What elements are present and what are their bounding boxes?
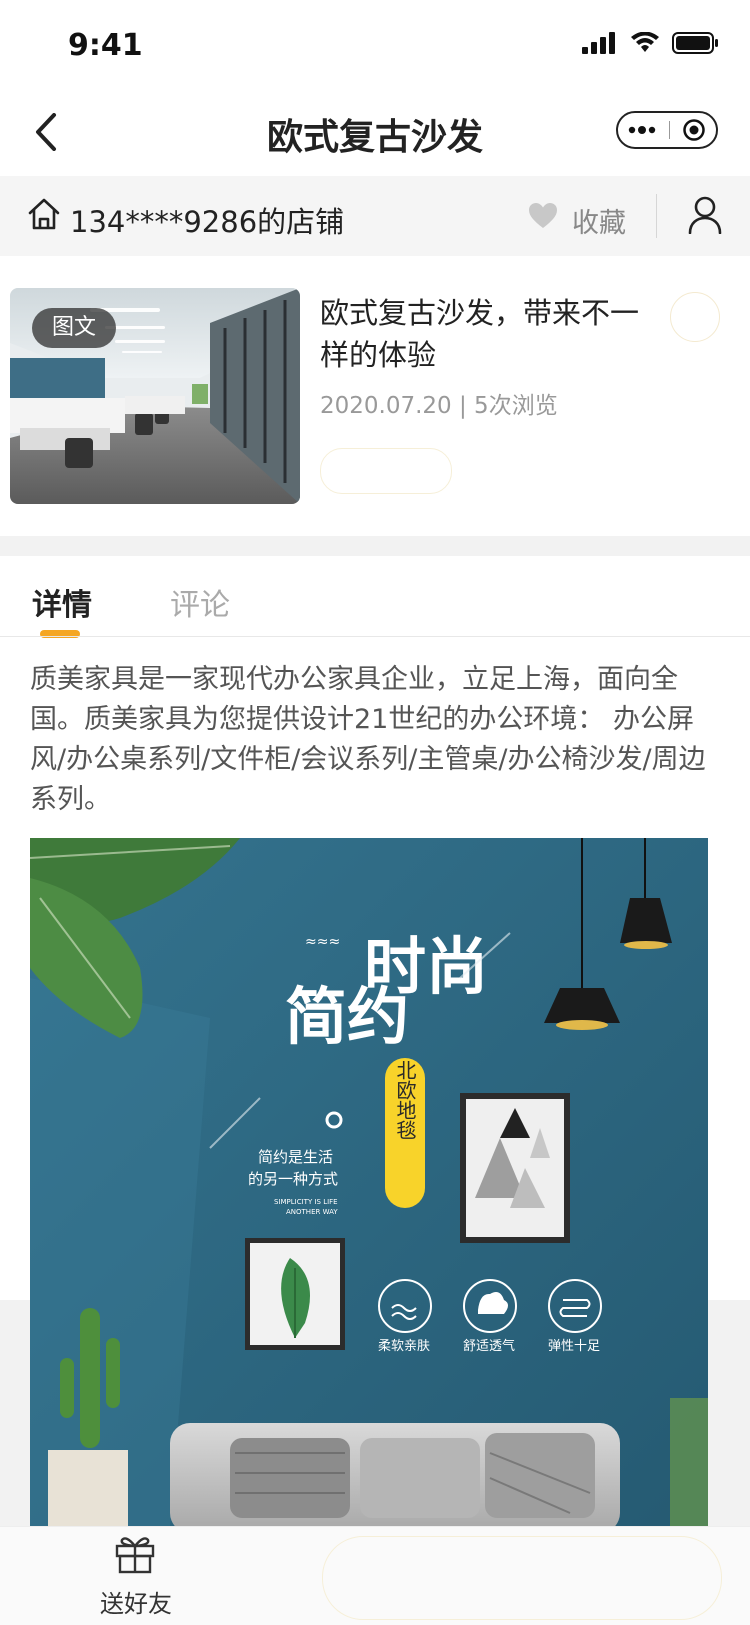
- section-divider: [0, 536, 750, 556]
- description-text: 质美家具是一家现代办公家具企业，立足上海，面向全国。质美家具为您提供设计21世纪…: [30, 664, 706, 815]
- battery-icon: [672, 32, 718, 54]
- poster-title-b: 简约: [285, 980, 409, 1053]
- home-icon[interactable]: [26, 196, 62, 232]
- feature-label-3: 弹性十足: [548, 1339, 600, 1354]
- sofa-image: [170, 1423, 620, 1526]
- faint-action-pill[interactable]: [320, 448, 452, 494]
- feature-label-2: 舒适透气: [463, 1338, 515, 1354]
- capsule-divider: [668, 121, 670, 139]
- shop-divider: [656, 194, 657, 238]
- back-button[interactable]: [24, 106, 68, 158]
- status-icons: [582, 32, 720, 54]
- promo-poster[interactable]: ≈≈≈ 时尚 简约 简约是生活 的另一种方式 SIMPLICITY IS LIF…: [30, 838, 708, 1526]
- shop-name[interactable]: 134****9286的店铺: [70, 199, 344, 241]
- signal-icon: [582, 32, 615, 54]
- faint-action-button[interactable]: [322, 1536, 722, 1620]
- gift-icon[interactable]: [114, 1532, 156, 1574]
- back-arrow-icon: [36, 113, 56, 151]
- feature-label-1: 柔软亲肤: [378, 1339, 430, 1354]
- status-time: 9:41: [68, 28, 143, 63]
- triangle-frame: [460, 1093, 570, 1243]
- poster-art: ≈≈≈ 时尚 简约 简约是生活 的另一种方式 SIMPLICITY IS LIF…: [30, 838, 708, 1526]
- wifi-icon: [631, 32, 659, 52]
- article-meta: 2020.07.20 | 5次浏览: [320, 393, 558, 419]
- poster-subtitle-en-2: ANOTHER WAY: [286, 1208, 338, 1216]
- tab-detail[interactable]: 详情: [32, 580, 92, 624]
- user-icon[interactable]: [688, 196, 722, 234]
- wave-mark: ≈≈≈: [305, 934, 340, 950]
- close-target-icon[interactable]: [682, 118, 706, 142]
- more-icon[interactable]: [628, 125, 656, 135]
- tabs-divider: [0, 636, 750, 637]
- leaf-frame: [245, 1238, 345, 1350]
- poster-tag: 北欧地毯: [393, 1060, 417, 1140]
- poster-subtitle-en-1: SIMPLICITY IS LIFE: [274, 1198, 338, 1206]
- article-title[interactable]: 欧式复古沙发，带来不一样的体验: [320, 292, 640, 376]
- poster-subtitle-2: 的另一种方式: [248, 1170, 338, 1188]
- heart-icon[interactable]: [528, 202, 558, 230]
- media-type-badge: 图文: [32, 308, 117, 348]
- miniapp-capsule[interactable]: [616, 111, 718, 149]
- tab-comments[interactable]: 评论: [170, 580, 230, 624]
- share-icon[interactable]: [670, 292, 720, 342]
- send-to-friend-button[interactable]: 送好友: [100, 1584, 172, 1619]
- poster-subtitle-1: 简约是生活: [258, 1148, 333, 1166]
- favorite-button[interactable]: 收藏: [572, 201, 626, 240]
